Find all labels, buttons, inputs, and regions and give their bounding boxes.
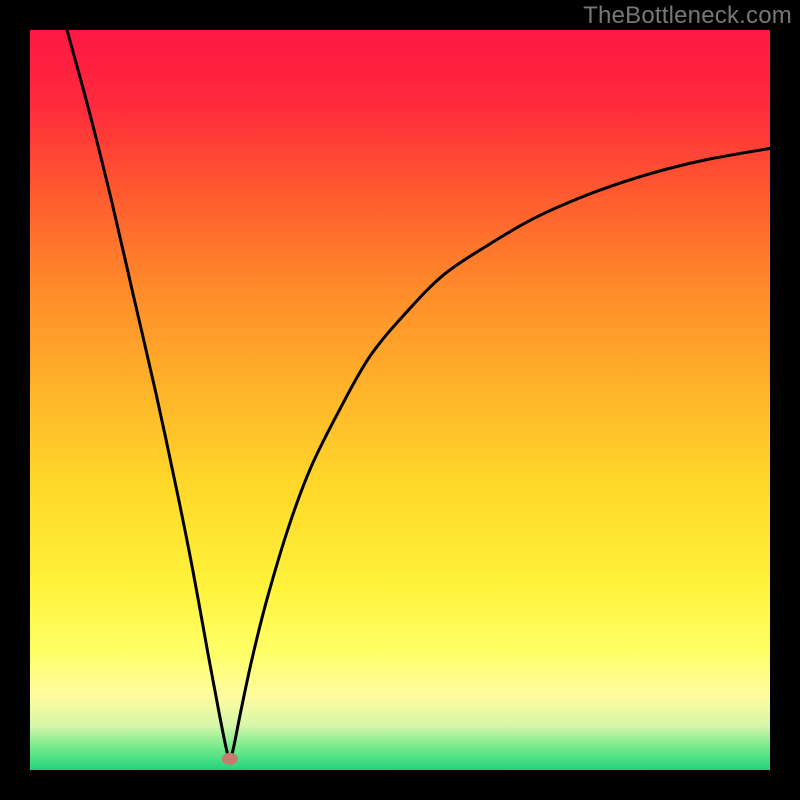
chart-frame: TheBottleneck.com: [0, 0, 800, 800]
watermark-text: TheBottleneck.com: [583, 2, 792, 30]
chart-svg: [30, 30, 770, 770]
optimal-point-marker: [222, 753, 238, 765]
chart-background: [30, 30, 770, 770]
plot-area: [30, 30, 770, 770]
